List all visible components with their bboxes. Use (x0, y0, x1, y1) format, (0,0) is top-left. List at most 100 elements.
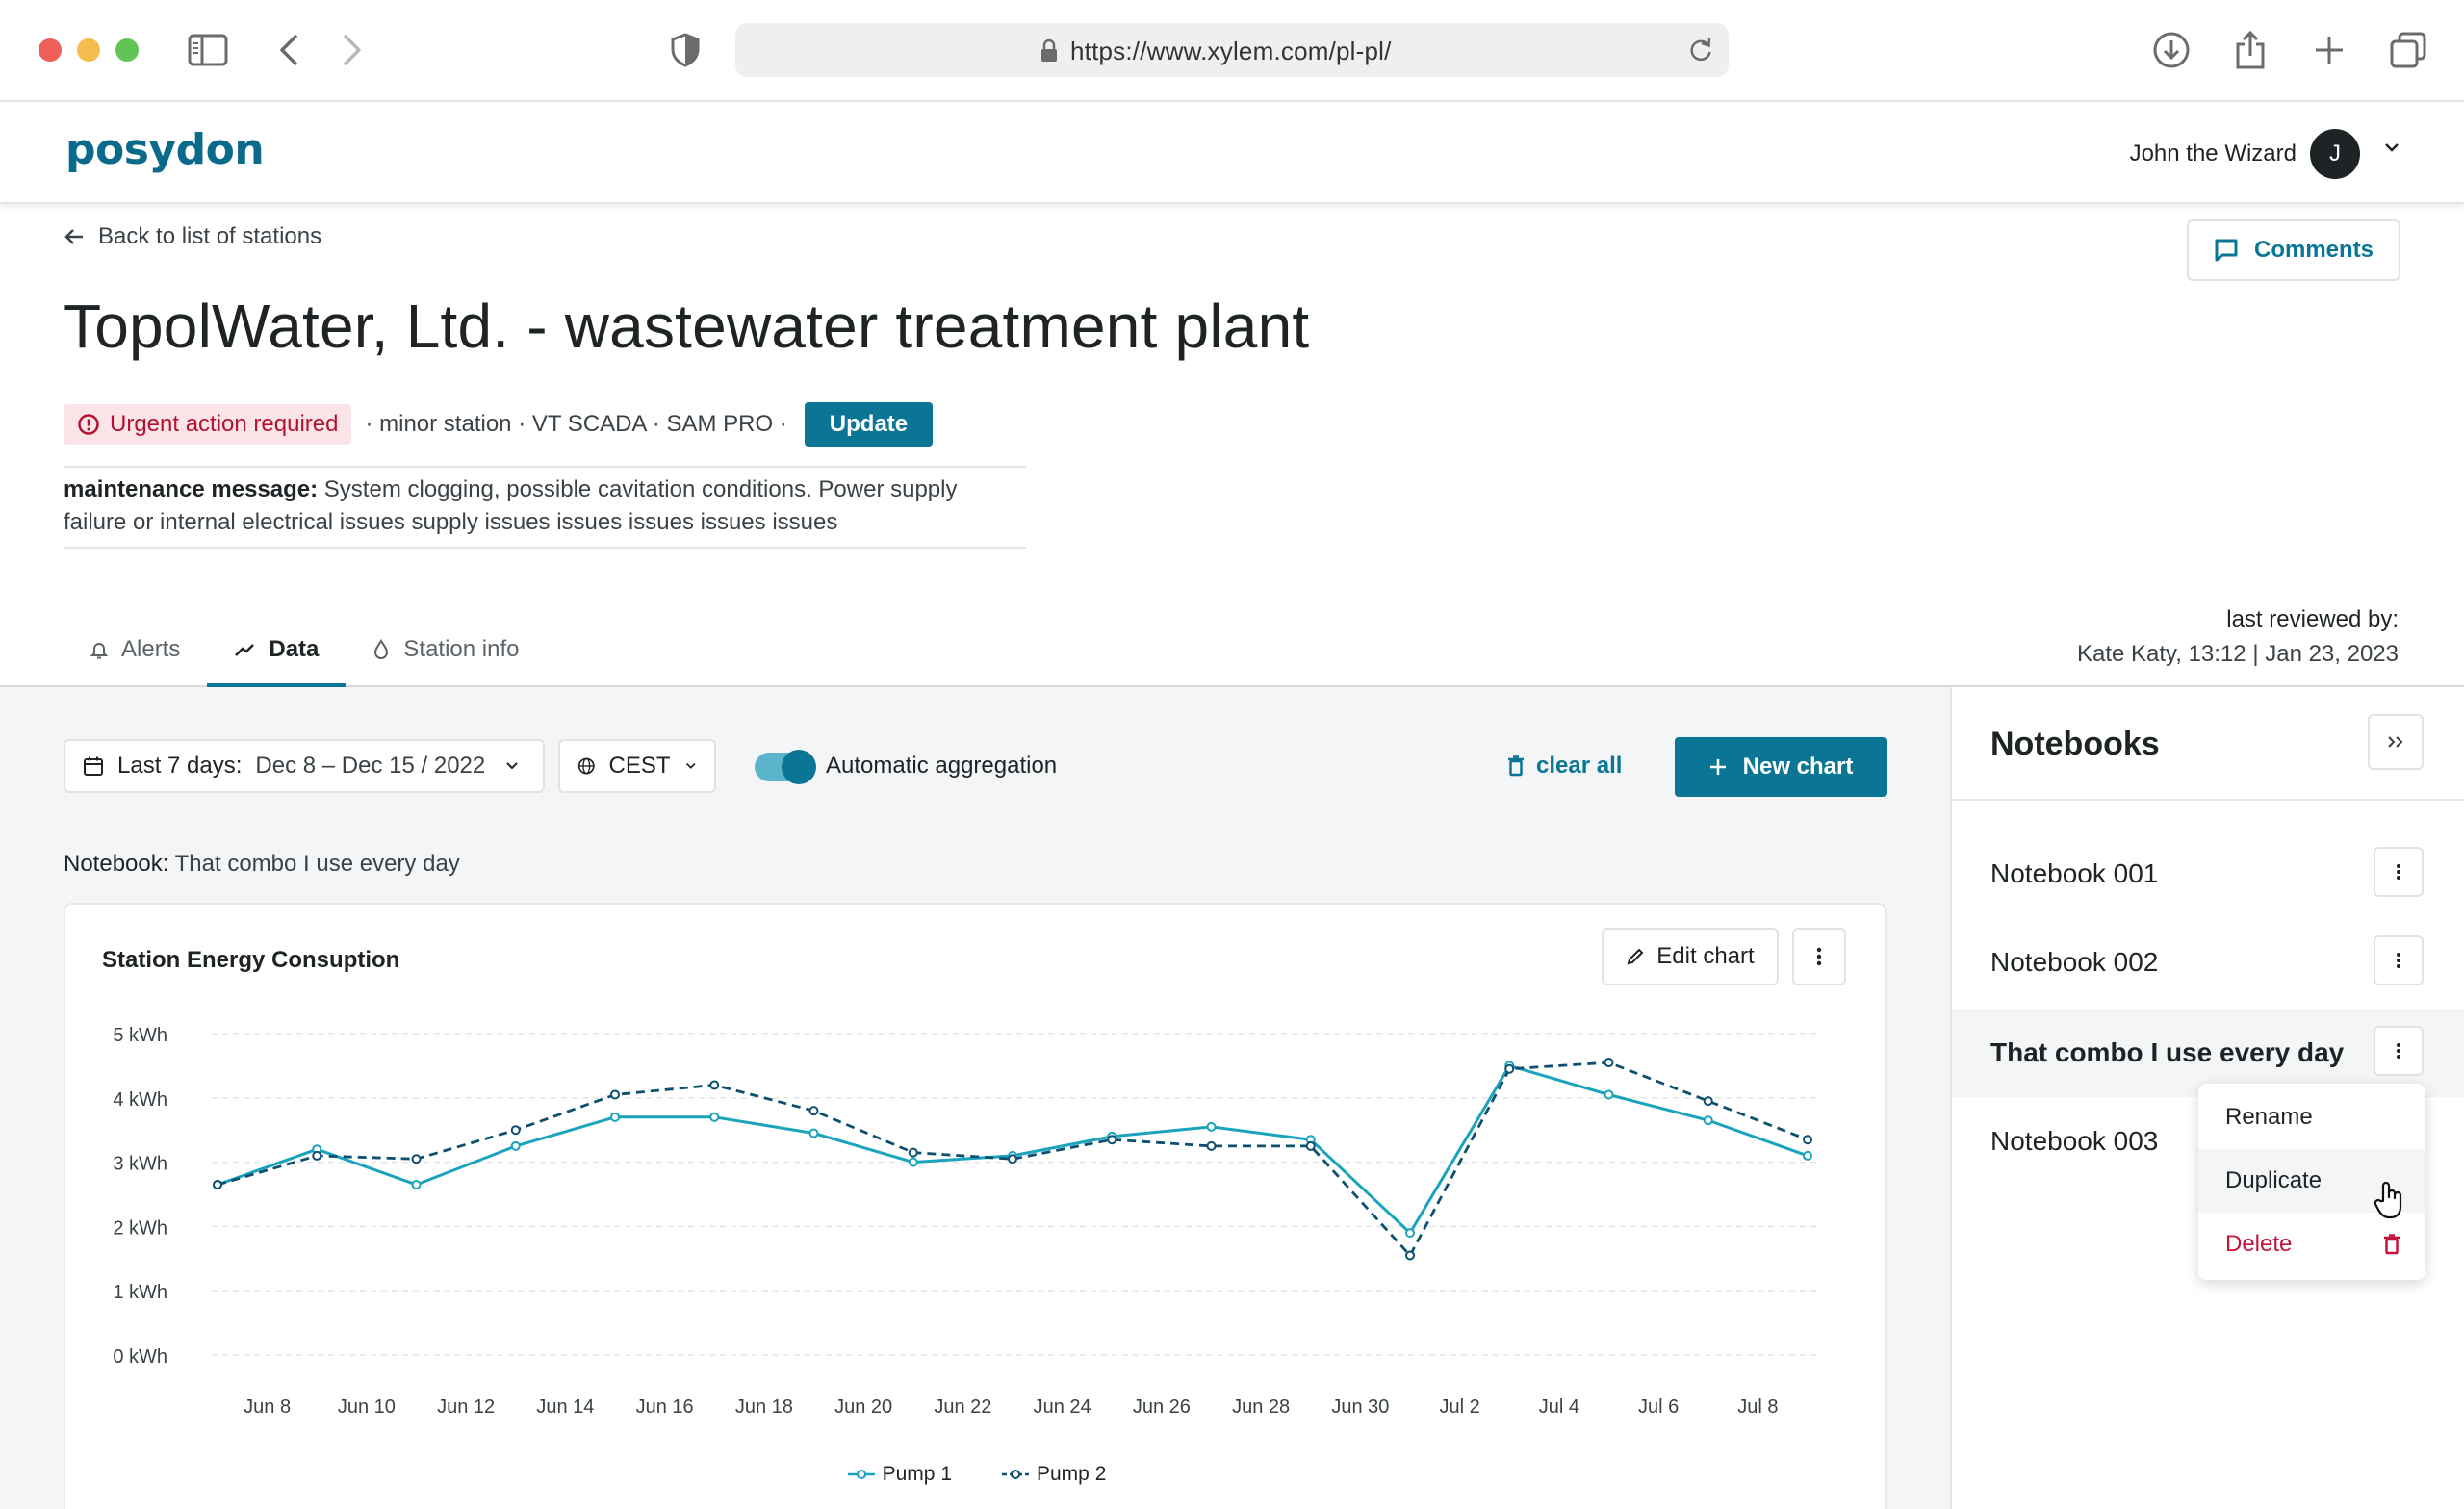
download-icon[interactable] (2148, 27, 2194, 73)
timezone-value: CEST (608, 753, 671, 779)
data-point (908, 1157, 918, 1167)
station-status-row: Urgent action required · minor station ·… (64, 402, 934, 447)
tab-alerts-label: Alerts (121, 636, 181, 662)
edit-chart-button[interactable]: Edit chart (1602, 928, 1779, 985)
date-prefix: Last 7 days: (117, 753, 243, 779)
x-tick-label: Jun 22 (934, 1396, 991, 1418)
notebook-name: That combo I use every day (174, 851, 460, 877)
tab-alerts[interactable]: Alerts (64, 612, 207, 687)
minimize-window-button[interactable] (77, 38, 100, 62)
x-tick-label: Jul 8 (1737, 1396, 1778, 1418)
data-point (1803, 1135, 1812, 1145)
urgent-status-badge: Urgent action required (64, 404, 352, 445)
sidebar-icon[interactable] (185, 27, 231, 73)
x-tick-label: Jun 20 (834, 1396, 892, 1418)
bell-icon (90, 643, 108, 659)
x-tick-label: Jul 6 (1638, 1396, 1679, 1418)
tab-data-label: Data (269, 636, 320, 662)
last-reviewed-label: last reviewed by: (2226, 606, 2399, 632)
new-chart-button[interactable]: New chart (1675, 737, 1886, 797)
more-vertical-icon (2397, 1043, 2400, 1059)
notebook-item-label: Notebook 001 (1990, 858, 2159, 888)
drop-icon (374, 639, 389, 659)
delete-label: Delete (2225, 1231, 2293, 1257)
chevron-down-icon[interactable] (2383, 141, 2400, 158)
rename-menu-item[interactable]: Rename (2198, 1086, 2426, 1149)
collapse-panel-button[interactable] (2368, 714, 2424, 770)
x-tick-label: Jun 28 (1232, 1396, 1290, 1418)
data-point (709, 1080, 720, 1090)
trash-icon (1508, 755, 1524, 777)
address-bar[interactable]: https://www.xylem.com/pl-pl/ (735, 23, 1729, 77)
chevron-down-icon (685, 762, 696, 769)
legend-label: Pump 2 (1037, 1463, 1107, 1485)
notebook-menu-button[interactable] (2374, 1026, 2424, 1076)
hand-cursor-icon (2374, 1181, 2402, 1219)
back-icon[interactable] (266, 27, 312, 73)
avatar[interactable]: J (2310, 129, 2360, 179)
reload-icon[interactable] (1688, 37, 1713, 68)
zoom-window-button[interactable] (116, 38, 139, 62)
x-tick-label: Jun 24 (1034, 1396, 1091, 1418)
tab-station-info-label: Station info (403, 636, 520, 662)
notebook-item[interactable]: Notebook 001 (1952, 830, 2464, 918)
toggle-knob (782, 750, 816, 784)
notebook-item[interactable]: Notebook 002 (1952, 918, 2464, 1007)
comment-icon (2215, 239, 2238, 262)
series-line-1 (217, 1063, 1809, 1235)
energy-line-chart: 0 kWh 1 kWh 2 kWh 3 kWh 4 kWh 5 kWh Jun 8 Jun 1… (113, 1025, 1819, 1418)
date-range-value: Dec 8 – Dec 15 / 2022 (255, 753, 486, 779)
data-point (709, 1112, 720, 1122)
y-tick-label: 3 kWh (113, 1154, 167, 1175)
tab-data[interactable]: Data (207, 612, 346, 687)
delete-menu-item[interactable]: Delete (2198, 1213, 2426, 1276)
comments-button[interactable]: Comments (2187, 219, 2400, 281)
chart-card: 0 kWh 1 kWh 2 kWh 3 kWh 4 kWh 5 kWh Jun 8 Jun 1… (64, 903, 1886, 1509)
more-vertical-icon (2397, 953, 2400, 968)
data-point (213, 1179, 222, 1189)
x-tick-label: Jun 30 (1331, 1396, 1389, 1418)
update-button[interactable]: Update (804, 402, 934, 447)
share-icon[interactable] (2227, 27, 2273, 73)
data-point (411, 1179, 422, 1189)
y-tick-label: 1 kWh (113, 1282, 167, 1303)
arrow-left-icon (64, 229, 83, 244)
y-tick-label: 4 kWh (113, 1089, 167, 1111)
tabs-overview-icon[interactable] (2385, 27, 2431, 73)
data-point (1803, 1150, 1812, 1161)
browser-toolbar: https://www.xylem.com/pl-pl/ (0, 0, 2464, 102)
data-point (1206, 1121, 1217, 1132)
posydon-logo[interactable]: posydon (65, 125, 265, 174)
y-tick-label: 5 kWh (113, 1025, 167, 1046)
trash-icon (2384, 1234, 2400, 1255)
chart-more-button[interactable] (1792, 928, 1846, 985)
aggregation-toggle[interactable] (755, 750, 816, 784)
notebook-menu-button[interactable] (2374, 935, 2424, 985)
data-point (1703, 1115, 1713, 1126)
legend-item-pump-1[interactable]: Pump 1 (847, 1463, 952, 1486)
chart-legend: Pump 1 Pump 2 (65, 1463, 1888, 1486)
x-tick-label: Jun 12 (437, 1396, 495, 1418)
new-tab-icon[interactable] (2306, 27, 2352, 73)
aggregation-label: Automatic aggregation (826, 753, 1058, 779)
chevron-down-icon (506, 762, 518, 770)
data-point (908, 1147, 918, 1158)
clear-all-button[interactable]: clear all (1507, 753, 1622, 780)
tab-station-info[interactable]: Station info (346, 612, 546, 687)
forward-icon[interactable] (329, 27, 375, 73)
timezone-select[interactable]: CEST (558, 739, 716, 793)
data-point (1504, 1063, 1515, 1074)
date-range-picker[interactable]: Last 7 days: Dec 8 – Dec 15 / 2022 (64, 739, 545, 793)
shield-icon[interactable] (662, 27, 708, 73)
legend-label: Pump 1 (882, 1463, 952, 1485)
data-point (1206, 1140, 1217, 1151)
notebook-menu-button[interactable] (2374, 847, 2424, 897)
data-point (808, 1106, 819, 1116)
back-to-stations-link[interactable]: Back to list of stations (64, 223, 321, 250)
data-point (312, 1150, 322, 1161)
close-window-button[interactable] (38, 38, 62, 62)
user-name[interactable]: John the Wizard (2130, 141, 2297, 167)
legend-item-pump-2[interactable]: Pump 2 (1002, 1463, 1106, 1486)
pencil-icon (1627, 948, 1644, 965)
data-point (1703, 1096, 1713, 1107)
